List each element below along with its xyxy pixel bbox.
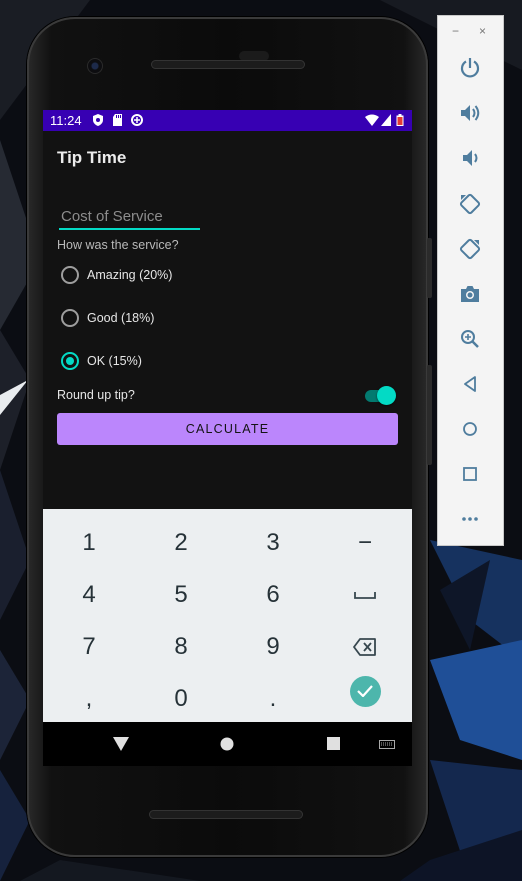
key-5[interactable]: 5	[135, 569, 227, 621]
radio-button-unchecked[interactable]	[61, 309, 79, 327]
signal-icon	[381, 114, 391, 126]
numeric-keyboard: 1 2 3 − 4 5 6 7 8 9 , 0 .	[43, 509, 412, 722]
key-6[interactable]: 6	[227, 569, 319, 621]
back-icon[interactable]	[458, 372, 482, 396]
front-camera	[87, 58, 103, 74]
recents-icon[interactable]	[327, 737, 340, 750]
power-icon[interactable]	[458, 56, 482, 80]
data-saver-icon	[131, 114, 143, 126]
cost-of-service-field[interactable]	[59, 204, 200, 230]
keyboard-switch-icon[interactable]	[379, 740, 395, 749]
radio-label: Amazing (20%)	[87, 268, 173, 282]
key-2[interactable]: 2	[135, 517, 227, 569]
key-0[interactable]: 0	[135, 673, 227, 722]
volume-up-icon[interactable]	[458, 101, 482, 125]
radio-ok[interactable]: OK (15%)	[61, 350, 142, 372]
radio-button-unchecked[interactable]	[61, 266, 79, 284]
wifi-icon	[365, 114, 379, 126]
app-screen: 11:24 Tip Time How was the service? Amaz…	[43, 110, 412, 722]
status-time: 11:24	[50, 113, 82, 128]
more-icon[interactable]	[458, 507, 482, 531]
back-icon[interactable]	[113, 737, 129, 751]
shield-icon	[93, 114, 103, 126]
key-1[interactable]: 1	[43, 517, 135, 569]
zoom-icon[interactable]	[458, 327, 482, 351]
navigation-bar	[43, 722, 412, 766]
radio-label: OK (15%)	[87, 354, 142, 368]
phone-volume-button	[427, 365, 432, 465]
round-up-label: Round up tip?	[57, 388, 135, 402]
key-space[interactable]	[319, 569, 411, 621]
switch-thumb[interactable]	[377, 386, 396, 405]
calculate-button[interactable]: CALCULATE	[57, 413, 398, 445]
backspace-icon	[353, 638, 376, 656]
volume-down-icon[interactable]	[458, 146, 482, 170]
service-question-label: How was the service?	[57, 238, 179, 252]
sd-card-icon	[113, 114, 122, 126]
key-done[interactable]	[319, 665, 411, 717]
phone-power-button	[427, 238, 432, 298]
key-3[interactable]: 3	[227, 517, 319, 569]
status-bar: 11:24	[43, 110, 412, 131]
emulator-toolbar: − ×	[438, 16, 503, 545]
key-7[interactable]: 7	[43, 621, 135, 673]
home-icon[interactable]	[458, 417, 482, 441]
round-up-switch[interactable]	[365, 386, 397, 405]
rotate-left-icon[interactable]	[458, 192, 482, 216]
done-icon	[357, 685, 373, 697]
radio-label: Good (18%)	[87, 311, 155, 325]
radio-good[interactable]: Good (18%)	[61, 307, 154, 329]
key-9[interactable]: 9	[227, 621, 319, 673]
camera-icon[interactable]	[458, 282, 482, 306]
key-4[interactable]: 4	[43, 569, 135, 621]
key-minus[interactable]: −	[319, 517, 411, 569]
minimize-button[interactable]: −	[452, 24, 459, 38]
bottom-speaker	[149, 810, 303, 819]
key-comma[interactable]: ,	[43, 673, 135, 722]
radio-amazing[interactable]: Amazing (20%)	[61, 264, 172, 286]
home-icon[interactable]	[220, 737, 234, 751]
cost-of-service-input[interactable]	[59, 204, 200, 230]
radio-button-checked[interactable]	[61, 352, 79, 370]
top-speaker	[151, 60, 305, 69]
space-icon	[354, 592, 376, 599]
rotate-right-icon[interactable]	[458, 237, 482, 261]
close-button[interactable]: ×	[479, 24, 486, 38]
done-key-circle	[349, 675, 381, 707]
app-title: Tip Time	[57, 148, 127, 167]
key-period[interactable]: .	[227, 673, 319, 722]
key-8[interactable]: 8	[135, 621, 227, 673]
battery-icon	[396, 114, 404, 126]
overview-icon[interactable]	[458, 462, 482, 486]
